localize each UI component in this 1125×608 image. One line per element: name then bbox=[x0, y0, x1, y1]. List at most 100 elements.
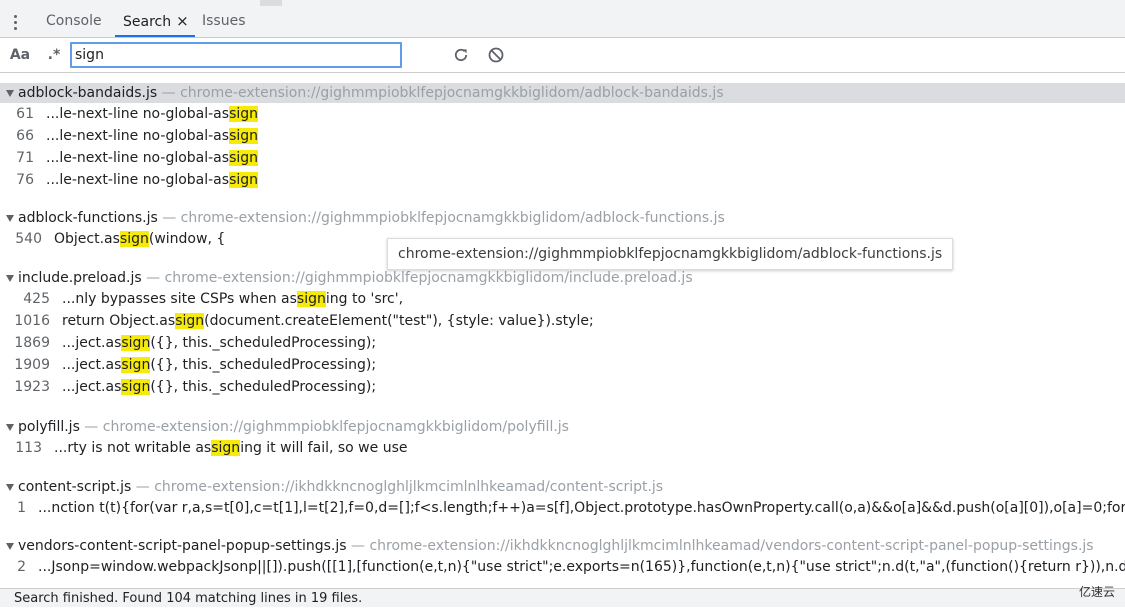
match-pre: ...ject.as bbox=[62, 357, 122, 373]
file-path: — chrome-extension://gighmmpiobklfepjocn… bbox=[157, 210, 725, 226]
expand-triangle-icon[interactable] bbox=[6, 543, 14, 550]
path-tooltip: chrome-extension://gighmmpiobklfepjocnam… bbox=[387, 238, 954, 270]
expand-triangle-icon[interactable] bbox=[6, 424, 14, 431]
match-text: ...ject.assign({}, this._scheduledProces… bbox=[62, 376, 376, 398]
file-header-label: polyfill.js — chrome-extension://gighmmp… bbox=[18, 417, 569, 437]
match-row[interactable]: 66 ...le-next-line no-global-assign bbox=[0, 125, 1125, 147]
file-name: vendors-content-script-panel-popup-setti… bbox=[18, 538, 347, 554]
line-number: 61 bbox=[16, 106, 34, 122]
regex-button[interactable]: .* bbox=[44, 38, 64, 72]
match-row[interactable]: 425 ...nly bypasses site CSPs when assign… bbox=[0, 288, 1125, 310]
match-row[interactable]: 1909 ...ject.assign({}, this._scheduledPr… bbox=[0, 354, 1125, 376]
match-pre: ...rty is not writable as bbox=[54, 440, 212, 456]
match-pre: ...nly bypasses site CSPs when as bbox=[62, 291, 297, 307]
line-number: 71 bbox=[16, 150, 34, 166]
match-pre: return Object.as bbox=[62, 313, 176, 329]
file-name: adblock-bandaids.js bbox=[18, 85, 158, 101]
search-toolbar: Aa .* bbox=[0, 38, 1125, 73]
match-pre: ...ject.as bbox=[62, 335, 122, 351]
match-row[interactable]: 1016 return Object.assign(document.create… bbox=[0, 310, 1125, 332]
match-row[interactable]: 1923 ...ject.assign({}, this._scheduledPr… bbox=[0, 376, 1125, 398]
match-highlight: sign bbox=[121, 335, 151, 351]
file-name: adblock-functions.js bbox=[18, 210, 158, 226]
match-text: ...le-next-line no-global-assign bbox=[46, 103, 259, 125]
drawer-tab-bar: Console Search × Issues bbox=[0, 6, 1125, 38]
match-text: ...ject.assign({}, this._scheduledProces… bbox=[62, 332, 376, 354]
match-row[interactable]: 1 ...nction t(t){for(var r,a,s=t[0],c=t[1… bbox=[0, 497, 1125, 519]
file-header-label: vendors-content-script-panel-popup-setti… bbox=[18, 536, 1094, 556]
file-header-label: adblock-bandaids.js — chrome-extension:/… bbox=[18, 83, 724, 103]
file-path: — chrome-extension://gighmmpiobklfepjocn… bbox=[79, 419, 569, 435]
match-row[interactable]: 61 ...le-next-line no-global-assign bbox=[0, 103, 1125, 125]
match-highlight: sign bbox=[211, 440, 241, 456]
match-post: ({}, this._scheduledProcessing); bbox=[150, 379, 377, 395]
file-header[interactable]: include.preload.js — chrome-extension://… bbox=[0, 268, 1125, 288]
expand-triangle-icon[interactable] bbox=[6, 215, 14, 222]
match-row[interactable]: 1869 ...ject.assign({}, this._scheduledPr… bbox=[0, 332, 1125, 354]
match-highlight: sign bbox=[296, 291, 326, 307]
match-pre: ...le-next-line no-global-as bbox=[46, 150, 230, 166]
file-header[interactable]: adblock-functions.js — chrome-extension:… bbox=[0, 208, 1125, 228]
tab-issues[interactable]: Issues bbox=[202, 6, 246, 37]
file-path: — chrome-extension://gighmmpiobklfepjocn… bbox=[141, 270, 693, 286]
file-header[interactable]: adblock-bandaids.js — chrome-extension:/… bbox=[0, 83, 1125, 103]
match-text: ...ject.assign({}, this._scheduledProces… bbox=[62, 354, 376, 376]
match-text: return Object.assign(document.createElem… bbox=[62, 310, 594, 332]
match-highlight: sign bbox=[229, 150, 259, 166]
expand-triangle-icon[interactable] bbox=[6, 90, 14, 97]
match-row[interactable]: 76 ...le-next-line no-global-assign bbox=[0, 169, 1125, 191]
match-highlight: sign bbox=[229, 128, 259, 144]
file-header-label: adblock-functions.js — chrome-extension:… bbox=[18, 208, 725, 228]
expand-triangle-icon[interactable] bbox=[6, 275, 14, 282]
match-case-button[interactable]: Aa bbox=[8, 38, 32, 72]
match-pre: ...le-next-line no-global-as bbox=[46, 128, 230, 144]
match-text: ...nction t(t){for(var r,a,s=t[0],c=t[1]… bbox=[38, 497, 1125, 519]
match-text: ...le-next-line no-global-assign bbox=[46, 125, 259, 147]
file-path: — chrome-extension://ikhdkkncnoglghljlkm… bbox=[346, 538, 1094, 554]
match-text: ...nly bypasses site CSPs when assigning… bbox=[62, 288, 403, 310]
watermark: 亿速云 bbox=[1078, 585, 1115, 599]
file-header[interactable]: polyfill.js — chrome-extension://gighmmp… bbox=[0, 417, 1125, 437]
tab-search[interactable]: Search × bbox=[115, 6, 195, 37]
match-highlight: sign bbox=[121, 357, 151, 373]
match-text: ...Jsonp=window.webpackJsonp||[]).push([… bbox=[38, 556, 1125, 578]
search-results: adblock-bandaids.js — chrome-extension:/… bbox=[0, 83, 1125, 587]
status-bar: Search finished. Found 104 matching line… bbox=[0, 588, 1125, 607]
match-row[interactable]: 113 ...rty is not writable assigning it w… bbox=[0, 437, 1125, 459]
file-header[interactable]: vendors-content-script-panel-popup-setti… bbox=[0, 536, 1125, 556]
file-path: — chrome-extension://ikhdkkncnoglghljlkm… bbox=[131, 479, 664, 495]
match-post: ({}, this._scheduledProcessing); bbox=[150, 357, 377, 373]
refresh-icon[interactable] bbox=[452, 46, 470, 64]
file-path: — chrome-extension://gighmmpiobklfepjocn… bbox=[157, 85, 724, 101]
file-header-label: include.preload.js — chrome-extension://… bbox=[18, 268, 693, 288]
match-post: ({}, this._scheduledProcessing); bbox=[150, 335, 377, 351]
search-input[interactable] bbox=[70, 42, 402, 68]
line-number: 113 bbox=[15, 440, 42, 456]
match-highlight: sign bbox=[229, 172, 259, 188]
expand-triangle-icon[interactable] bbox=[6, 484, 14, 491]
match-post: ing to 'src', bbox=[325, 291, 404, 307]
more-options-icon[interactable] bbox=[14, 15, 18, 31]
close-icon[interactable]: × bbox=[176, 12, 189, 30]
match-text: ...le-next-line no-global-assign bbox=[46, 147, 259, 169]
line-number: 425 bbox=[23, 291, 50, 307]
line-number: 1 bbox=[17, 500, 26, 516]
match-text: ...le-next-line no-global-assign bbox=[46, 169, 259, 191]
match-post: (document.createElement("test"), {style:… bbox=[204, 313, 594, 329]
match-text: Object.assign(window, { bbox=[54, 228, 225, 250]
file-name: polyfill.js bbox=[18, 419, 80, 435]
clear-icon[interactable] bbox=[487, 46, 505, 64]
file-header[interactable]: content-script.js — chrome-extension://i… bbox=[0, 477, 1125, 497]
tab-console[interactable]: Console bbox=[46, 6, 102, 37]
match-row[interactable]: 71 ...le-next-line no-global-assign bbox=[0, 147, 1125, 169]
match-pre: Object.as bbox=[54, 231, 120, 247]
match-row[interactable]: 2 ...Jsonp=window.webpackJsonp||[]).push(… bbox=[0, 556, 1125, 578]
match-pre: ...le-next-line no-global-as bbox=[46, 172, 230, 188]
match-post: ing it will fail, so we use bbox=[240, 440, 408, 456]
line-number: 1869 bbox=[14, 335, 50, 351]
line-number: 66 bbox=[16, 128, 34, 144]
match-highlight: sign bbox=[175, 313, 205, 329]
match-pre: ...nction t(t){for(var r,a,s=t[0],c=t[1]… bbox=[38, 500, 1125, 516]
line-number: 1016 bbox=[14, 313, 50, 329]
match-highlight: sign bbox=[121, 379, 151, 395]
